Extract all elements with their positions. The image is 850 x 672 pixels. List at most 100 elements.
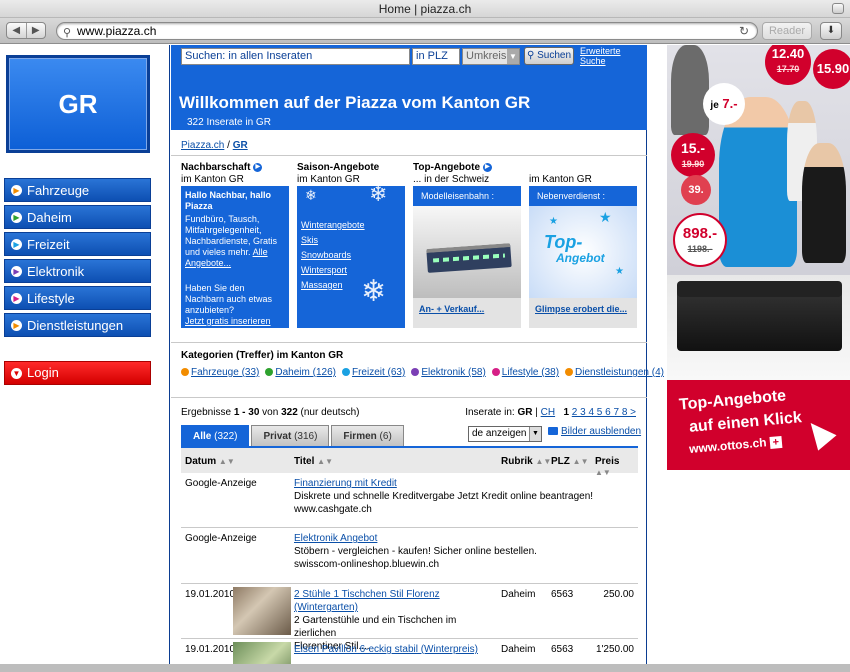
row-date: Google-Anzeige <box>185 478 257 489</box>
results-summary-suffix: (nur deutsch) <box>297 407 360 418</box>
toggle-images-link[interactable]: Bilder ausblenden <box>561 426 641 437</box>
saison-link[interactable]: Wintersport <box>301 265 401 276</box>
sidebar-item-lifestyle[interactable]: ▶ Lifestyle <box>4 286 151 310</box>
category-dot-icon <box>491 368 500 377</box>
price-bubble: 39. <box>681 175 711 205</box>
radius-select[interactable]: Umkreis ▼ <box>462 48 520 65</box>
category-link[interactable]: Daheim (126) <box>275 367 336 378</box>
sidebar-item-freizeit[interactable]: ▶ Freizeit <box>4 232 151 256</box>
tab-label: Firmen <box>343 431 377 442</box>
region-ch-link[interactable]: CH <box>541 407 555 418</box>
plz-input[interactable]: in PLZ <box>412 48 460 65</box>
extended-search-link[interactable]: Erweiterte Suche <box>580 46 630 66</box>
model-figure <box>671 45 709 135</box>
row-title-link[interactable]: Elektronik Angebot <box>294 533 377 544</box>
sidebar-item-dienstleistungen[interactable]: ▶ Dienstleistungen <box>4 313 151 337</box>
promo-kanton: im Kanton GR Nebenverdienst : ★ ★ ★ Top-… <box>529 162 639 328</box>
category-link[interactable]: Elektronik (58) <box>421 367 485 378</box>
swiss-cross-icon: + <box>769 435 783 449</box>
saison-link[interactable]: Snowboards <box>301 250 401 261</box>
breadcrumb-home-link[interactable]: Piazza.ch <box>181 140 224 151</box>
arrow-right-icon: ▶ <box>11 266 22 277</box>
arrow-right-icon[interactable]: ▶ <box>482 162 492 172</box>
category-link[interactable]: Lifestyle (38) <box>502 367 559 378</box>
search-button[interactable]: ⚲ Suchen <box>524 47 574 65</box>
forward-button[interactable]: ▶ <box>25 23 46 38</box>
row-title-link[interactable]: 2 Stühle 1 Tischchen Stil Florenz (Winte… <box>294 589 440 613</box>
category-link[interactable]: Dienstleistungen (4) <box>575 367 664 378</box>
login-button[interactable]: ▼ Login <box>4 361 151 385</box>
table-row: Google-Anzeige Finanzierung mit Kredit D… <box>181 473 638 528</box>
language-select[interactable]: de anzeigen ▼ <box>468 426 542 442</box>
row-date: Google-Anzeige <box>185 533 257 544</box>
canton-logo[interactable]: GR <box>6 55 150 153</box>
region-separator: | <box>532 407 541 418</box>
welcome-banner: Willkommen auf der Piazza vom Kanton GR … <box>171 82 647 130</box>
col-plz[interactable]: PLZ ▲▼ <box>551 456 589 467</box>
row-rubrik: Daheim <box>501 644 536 655</box>
snowflake-icon: ❄ <box>369 181 388 206</box>
promo-heading[interactable]: Top-Angebote <box>413 162 480 173</box>
sidebar-item-daheim[interactable]: ▶ Daheim <box>4 205 151 229</box>
sort-icon[interactable]: ▲▼ <box>317 457 333 466</box>
arrow-right-icon: ▶ <box>11 320 22 331</box>
row-description: Diskrete und schnelle Kreditvergabe Jetz… <box>294 491 594 502</box>
category-link[interactable]: Freizeit (63) <box>352 367 405 378</box>
address-bar[interactable]: ⚲ www.piazza.ch ↻ <box>56 22 758 40</box>
star-icon: ★ <box>549 216 558 227</box>
radius-select-label: Umkreis <box>466 50 507 62</box>
post-free-link[interactable]: Jetzt gratis inserieren <box>185 316 271 326</box>
tab-privat[interactable]: Privat (316) <box>251 425 330 446</box>
category-link[interactable]: Fahrzeuge (33) <box>191 367 259 378</box>
col-datum-label: Datum <box>185 456 217 467</box>
resize-button[interactable] <box>832 3 844 14</box>
sidebar-item-elektronik[interactable]: ▶ Elektronik <box>4 259 151 283</box>
saison-link[interactable]: Skis <box>301 235 401 246</box>
search-icon: ⚲ <box>63 27 72 39</box>
saison-link[interactable]: Winterangebote <box>301 220 401 231</box>
row-title-link[interactable]: Eisen Pavillon 6-eckig stabil (Winterpre… <box>294 644 478 655</box>
pagination-links[interactable]: 2 3 4 5 6 7 8 > <box>572 407 636 418</box>
tab-count: (6) <box>379 431 392 442</box>
sort-icon[interactable]: ▲▼ <box>219 457 235 466</box>
search-input[interactable]: Suchen: in allen Inseraten <box>181 48 410 65</box>
promo-heading <box>529 162 639 174</box>
nebenverdienst-box[interactable]: Nebenverdienst : ★ ★ ★ Top- Angebot Glimp… <box>529 186 637 328</box>
col-rubrik[interactable]: Rubrik ▲▼ <box>501 456 551 467</box>
tab-firmen[interactable]: Firmen (6) <box>331 425 404 446</box>
box-caption-link[interactable]: An- + Verkauf... <box>419 304 484 314</box>
sidebar-item-fahrzeuge[interactable]: ▶ Fahrzeuge <box>4 178 151 202</box>
download-icon[interactable]: ⬇ <box>820 22 842 40</box>
ad-cta-section[interactable]: Top-Angebote auf einen Klick www.ottos.c… <box>667 380 850 470</box>
back-button[interactable]: ◀ <box>7 23 26 38</box>
reload-icon[interactable]: ↻ <box>739 23 749 39</box>
breadcrumb: Piazza.ch / GR <box>181 140 248 151</box>
promo-heading: Saison-Angebote <box>297 162 380 173</box>
breadcrumb-separator: / <box>224 140 233 151</box>
box-caption-link[interactable]: Glimpse erobert die... <box>535 304 627 314</box>
window-titlebar: Home | piazza.ch <box>0 0 850 18</box>
toggle-images[interactable]: Bilder ausblenden <box>548 426 641 437</box>
top-angebote-box[interactable]: Modelleisenbahn : An- + Verkauf... <box>413 186 521 328</box>
tab-alle[interactable]: Alle (322) <box>181 425 250 446</box>
sort-icon[interactable]: ▲▼ <box>535 457 551 466</box>
nav-buttons: ◀ ▶ <box>6 22 46 39</box>
arrow-right-icon[interactable]: ▶ <box>253 162 263 172</box>
snowflake-icon: ❄ <box>305 187 317 203</box>
sort-icon[interactable]: ▲▼ <box>573 457 589 466</box>
ad-banner[interactable]: 12.40 17.70 15.90 je 7.- 15.- 19.90 39. 89… <box>667 45 850 672</box>
row-title-link[interactable]: Finanzierung mit Kredit <box>294 478 397 489</box>
divider <box>171 397 647 398</box>
col-titel[interactable]: Titel ▲▼ <box>294 456 333 467</box>
sidebar-item-label: Fahrzeuge <box>27 183 90 198</box>
browser-toolbar: ◀ ▶ ⚲ www.piazza.ch ↻ Reader ⬇ <box>0 18 850 44</box>
promo-heading[interactable]: Nachbarschaft <box>181 162 250 173</box>
reader-button[interactable]: Reader <box>762 22 812 40</box>
breadcrumb-current-link[interactable]: GR <box>233 140 248 151</box>
listing-thumbnail[interactable] <box>233 587 291 635</box>
search-button-label: Suchen <box>537 50 572 61</box>
camera-icon <box>548 427 558 436</box>
row-date: 19.01.2010 <box>185 644 236 655</box>
promo-nachbarschaft: Nachbarschaft ▶ im Kanton GR Hallo Nachb… <box>181 162 291 328</box>
col-datum[interactable]: Datum ▲▼ <box>185 456 235 467</box>
